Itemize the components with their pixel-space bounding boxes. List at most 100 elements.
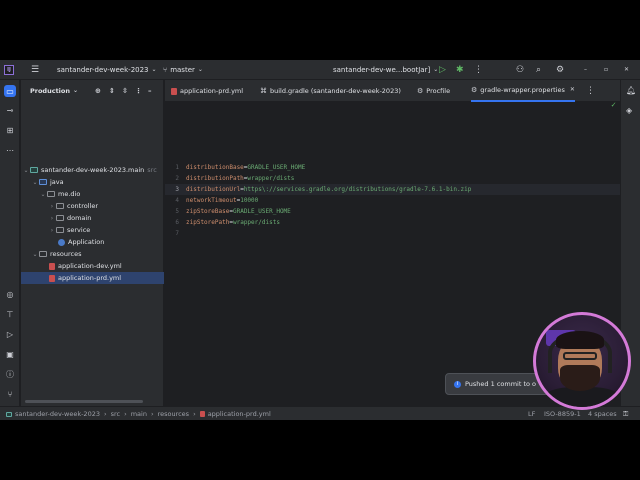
code-line: zipStorePath=wrapper/dists	[186, 219, 280, 226]
problems-icon[interactable]: ⓘ	[4, 368, 16, 380]
hair	[556, 331, 604, 349]
main-toolbar: IJ ☰ santander-dev-week-2023 ⌄ ⑂ master …	[0, 60, 640, 80]
run-config-name: santander-dev-we...bootJar]	[333, 66, 431, 74]
settings-gear-icon[interactable]: ⚙	[556, 60, 564, 80]
tree-item-label: santander-dev-week-2023.main	[41, 166, 145, 174]
chevron-down-icon: ⌄	[32, 178, 38, 186]
editor-tabs: application-prd.yml ⌘ build.gradle (sant…	[165, 80, 620, 102]
indent-indicator[interactable]: 4 spaces	[588, 407, 617, 420]
structure-icon[interactable]: ⊞	[4, 124, 16, 136]
main-menu-icon[interactable]: ☰	[31, 60, 39, 80]
debug-button[interactable]: ✱	[456, 60, 464, 80]
project-folder-icon[interactable]: ▭	[4, 85, 16, 97]
tree-item-label: me.dio	[58, 190, 81, 198]
code-line: distributionUrl=https\://services.gradle…	[186, 186, 472, 193]
lock-icon[interactable]: ⚿	[623, 407, 628, 420]
breadcrumb: santander-dev-week-2023 › src › main › r…	[6, 407, 271, 420]
search-icon[interactable]: ⌕	[536, 60, 541, 80]
horizontal-scrollbar[interactable]	[25, 400, 143, 403]
tree-item-service[interactable]: › service	[21, 224, 164, 236]
module-folder-icon	[30, 167, 38, 173]
project-selector[interactable]: santander-dev-week-2023 ⌄	[57, 60, 157, 80]
tab-procfile[interactable]: ⚙ Procfile	[417, 80, 450, 102]
package-icon	[47, 191, 55, 197]
package-icon	[56, 203, 64, 209]
tree-item-java[interactable]: ⌄ java	[21, 176, 164, 188]
project-panel-header[interactable]: Production ⌄ ⊕ ⇕ ⇳ ⋮ –	[21, 80, 163, 102]
beard	[560, 365, 600, 391]
breadcrumb-item[interactable]: santander-dev-week-2023	[15, 410, 100, 418]
build-hammer-icon[interactable]: ⊤	[4, 308, 16, 320]
tree-item-label: resources	[50, 250, 82, 258]
line-number: 6	[175, 219, 179, 226]
tabs-more-icon[interactable]: ⋮	[586, 80, 595, 102]
minimize-button[interactable]: –	[584, 60, 587, 80]
left-tool-strip: ▭ ⊸ ⊞ ⋯ ◎ ⊤ ▷ ▣ ⓘ ⑂	[0, 80, 20, 406]
line-number: 4	[175, 197, 179, 204]
tree-item-label: Application	[68, 238, 105, 246]
locate-icon[interactable]: ⊕	[95, 87, 101, 95]
close-tab-icon[interactable]: ✕	[570, 87, 575, 93]
app-logo[interactable]: IJ	[4, 60, 14, 80]
tree-item-label: application-prd.yml	[58, 274, 122, 282]
chevron-right-icon: ›	[50, 202, 54, 210]
tab-gradle-wrapper-properties[interactable]: ⚙ gradle-wrapper.properties ✕	[471, 80, 575, 102]
terminal-icon[interactable]: ▣	[4, 348, 16, 360]
tree-item-suffix: src	[147, 166, 157, 174]
chevron-down-icon: ⌄	[32, 250, 38, 258]
project-panel: Production ⌄ ⊕ ⇕ ⇳ ⋮ – ⌄ santander-dev-w…	[21, 80, 164, 406]
settings-file-icon: ⚙	[417, 86, 424, 95]
breadcrumb-item[interactable]: application-prd.yml	[208, 410, 271, 418]
options-icon[interactable]: ⋮	[135, 87, 142, 95]
notifications-bell-icon[interactable]: 🔔︎	[626, 87, 636, 95]
run-button[interactable]: ▷	[439, 60, 446, 80]
more-tools-icon[interactable]: ⋯	[4, 144, 16, 156]
source-folder-icon	[39, 179, 47, 185]
close-button[interactable]: ✕	[624, 60, 629, 80]
collapse-all-icon[interactable]: ⇳	[122, 87, 128, 95]
tab-label: build.gradle (santander-dev-week-2023)	[270, 87, 401, 95]
more-actions-icon[interactable]: ⋮	[474, 60, 483, 80]
gradle-tool-icon[interactable]: ◈	[626, 107, 632, 115]
chevron-right-icon: ›	[50, 226, 54, 234]
run-config-selector[interactable]: santander-dev-we...bootJar] ⌄	[333, 60, 438, 80]
project-panel-title: Production	[30, 87, 70, 95]
line-number: 3	[175, 186, 179, 193]
add-user-icon[interactable]: ⚇	[516, 60, 524, 80]
module-folder-icon	[6, 411, 12, 417]
no-problems-check-icon[interactable]: ✓	[611, 101, 616, 109]
restore-button[interactable]: ▫	[604, 60, 608, 80]
tree-item-application-prd-yml[interactable]: application-prd.yml	[21, 272, 164, 284]
tab-label: Procfile	[426, 87, 451, 95]
code-line: distributionPath=wrapper/dists	[186, 175, 295, 182]
breadcrumb-item[interactable]: resources	[158, 410, 190, 418]
project-name: santander-dev-week-2023	[57, 66, 149, 74]
tree-item-me-dio[interactable]: ⌄ me.dio	[21, 188, 164, 200]
tree-item-label: controller	[67, 202, 99, 210]
tree-item-domain[interactable]: › domain	[21, 212, 164, 224]
breadcrumb-item[interactable]: src	[111, 410, 121, 418]
tree-item-application-dev-yml[interactable]: application-dev.yml	[21, 260, 164, 272]
tree-item-module[interactable]: ⌄ santander-dev-week-2023.main src	[21, 164, 164, 176]
branch-icon: ⑂	[163, 65, 168, 74]
run-tool-icon[interactable]: ▷	[4, 328, 16, 340]
breadcrumb-separator: ›	[124, 410, 127, 418]
glasses	[563, 352, 597, 360]
git-icon[interactable]: ⑂	[4, 388, 16, 400]
tab-application-prd-yml[interactable]: application-prd.yml	[171, 80, 243, 102]
commit-icon[interactable]: ⊸	[4, 104, 16, 116]
code-line: zipStoreBase=GRADLE_USER_HOME	[186, 208, 291, 215]
tree-item-controller[interactable]: › controller	[21, 200, 164, 212]
branch-selector[interactable]: ⑂ master ⌄	[163, 60, 203, 80]
breadcrumb-item[interactable]: main	[131, 410, 147, 418]
tree-item-resources[interactable]: ⌄ resources	[21, 248, 164, 260]
chevron-down-icon: ⌄	[40, 190, 46, 198]
hide-panel-icon[interactable]: –	[148, 87, 152, 95]
package-icon	[56, 227, 64, 233]
tab-build-gradle[interactable]: ⌘ build.gradle (santander-dev-week-2023)	[260, 80, 401, 102]
class-icon	[58, 238, 65, 246]
expand-all-icon[interactable]: ⇕	[109, 87, 115, 95]
tree-item-application[interactable]: Application	[21, 236, 164, 248]
line-separator-indicator[interactable]: LF	[528, 407, 535, 420]
services-icon[interactable]: ◎	[4, 288, 16, 300]
